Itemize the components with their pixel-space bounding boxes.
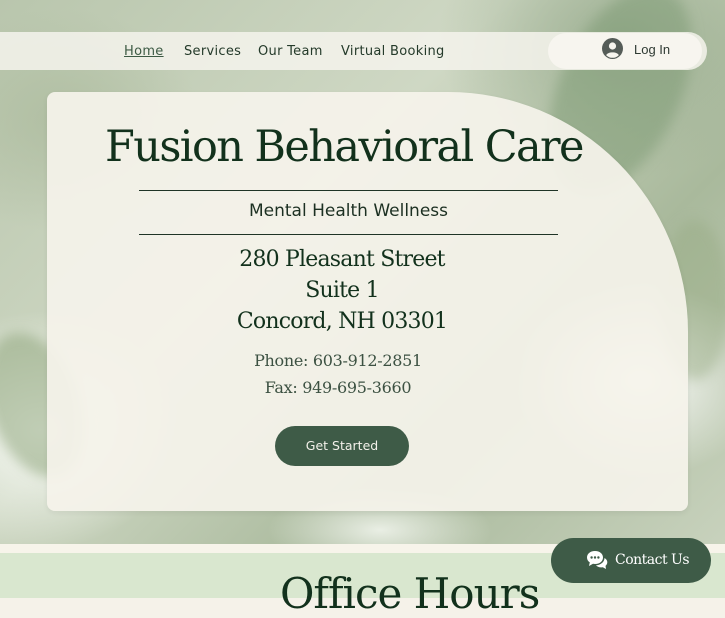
address-city: Concord, NH 03301 bbox=[236, 309, 448, 334]
get-started-button[interactable]: Get Started bbox=[275, 426, 409, 466]
login-button[interactable] bbox=[548, 33, 702, 69]
login-label[interactable]: Log In bbox=[634, 42, 670, 57]
nav-services-link[interactable]: Services bbox=[184, 44, 241, 59]
contact-us-label[interactable]: Contact Us bbox=[615, 552, 690, 568]
nav-home-link[interactable]: Home bbox=[124, 44, 164, 59]
user-avatar-icon[interactable] bbox=[602, 38, 623, 59]
address-street: 280 Pleasant Street bbox=[239, 247, 445, 272]
divider-bottom bbox=[139, 234, 558, 235]
office-hours-title: Office Hours bbox=[280, 569, 540, 618]
address-suite: Suite 1 bbox=[305, 278, 379, 303]
fax-number: Fax: 949-695-3660 bbox=[264, 378, 412, 397]
divider-top bbox=[139, 190, 558, 191]
brand-title: Fusion Behavioral Care bbox=[105, 122, 584, 172]
chat-bubble-icon[interactable] bbox=[586, 550, 608, 570]
phone-number: Phone: 603-912-2851 bbox=[254, 351, 422, 370]
nav-our-team-link[interactable]: Our Team bbox=[258, 44, 323, 59]
nav-virtual-booking-link[interactable]: Virtual Booking bbox=[341, 44, 445, 59]
tagline: Mental Health Wellness bbox=[248, 201, 448, 221]
